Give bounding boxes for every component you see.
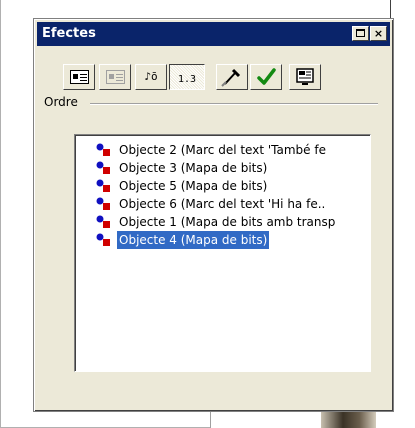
object-icon bbox=[96, 197, 110, 210]
object-icon bbox=[96, 179, 110, 192]
order-icon: 1.3 bbox=[177, 74, 197, 85]
sound-effect-icon: ♪ō bbox=[144, 70, 158, 83]
maximize-icon bbox=[356, 29, 365, 37]
list-effect-icon bbox=[106, 70, 125, 84]
dialog-title: Efectes bbox=[42, 26, 96, 41]
list-item[interactable]: Objecte 3 (Mapa de bits) bbox=[95, 159, 370, 177]
order-group-divider bbox=[90, 103, 378, 105]
apply-button[interactable] bbox=[250, 64, 282, 90]
object-icon bbox=[96, 215, 110, 228]
list-item-label: Objecte 4 (Mapa de bits) bbox=[115, 230, 271, 250]
list-item-selected[interactable]: Objecte 4 (Mapa de bits) bbox=[95, 230, 370, 250]
list-effect-icon bbox=[70, 70, 89, 84]
eyedropper-button[interactable] bbox=[216, 64, 248, 90]
object-icon bbox=[96, 143, 110, 156]
close-button[interactable]: × bbox=[370, 26, 387, 41]
list-item[interactable]: Objecte 2 (Marc del text 'També fe bbox=[95, 141, 370, 159]
eyedropper-icon bbox=[221, 68, 241, 87]
order-group-label: Ordre bbox=[44, 95, 82, 109]
list-item-label: Objecte 6 (Marc del text 'Hi ha fe.. bbox=[119, 197, 326, 211]
effect-list-button[interactable] bbox=[63, 64, 95, 90]
order-button[interactable]: 1.3 bbox=[169, 64, 205, 90]
list-item-label: Objecte 5 (Mapa de bits) bbox=[119, 179, 268, 193]
list-item-label: Objecte 2 (Marc del text 'També fe bbox=[119, 143, 326, 157]
document-page-bottom bbox=[210, 412, 391, 428]
preview-screen-icon bbox=[296, 68, 314, 85]
object-icon bbox=[96, 161, 110, 174]
object-icon bbox=[96, 233, 110, 246]
list-item-label: Objecte 3 (Mapa de bits) bbox=[119, 161, 268, 175]
sound-effect-button[interactable]: ♪ō bbox=[135, 64, 167, 90]
preview-button[interactable] bbox=[289, 64, 321, 90]
dialog-titlebar[interactable]: Efectes × bbox=[37, 22, 390, 46]
object-order-list[interactable]: Objecte 2 (Marc del text 'També fe Objec… bbox=[74, 134, 371, 372]
document-image-fragment bbox=[321, 412, 376, 428]
effect-list-disabled-button[interactable] bbox=[99, 64, 131, 90]
list-item[interactable]: Objecte 5 (Mapa de bits) bbox=[95, 177, 370, 195]
list-item[interactable]: Objecte 1 (Mapa de bits amb transp bbox=[95, 213, 370, 231]
list-item-label: Objecte 1 (Mapa de bits amb transp bbox=[119, 215, 336, 229]
list-item[interactable]: Objecte 6 (Marc del text 'Hi ha fe.. bbox=[95, 195, 370, 213]
checkmark-icon bbox=[257, 68, 276, 85]
maximize-button[interactable] bbox=[352, 26, 369, 41]
close-icon: × bbox=[373, 27, 384, 40]
